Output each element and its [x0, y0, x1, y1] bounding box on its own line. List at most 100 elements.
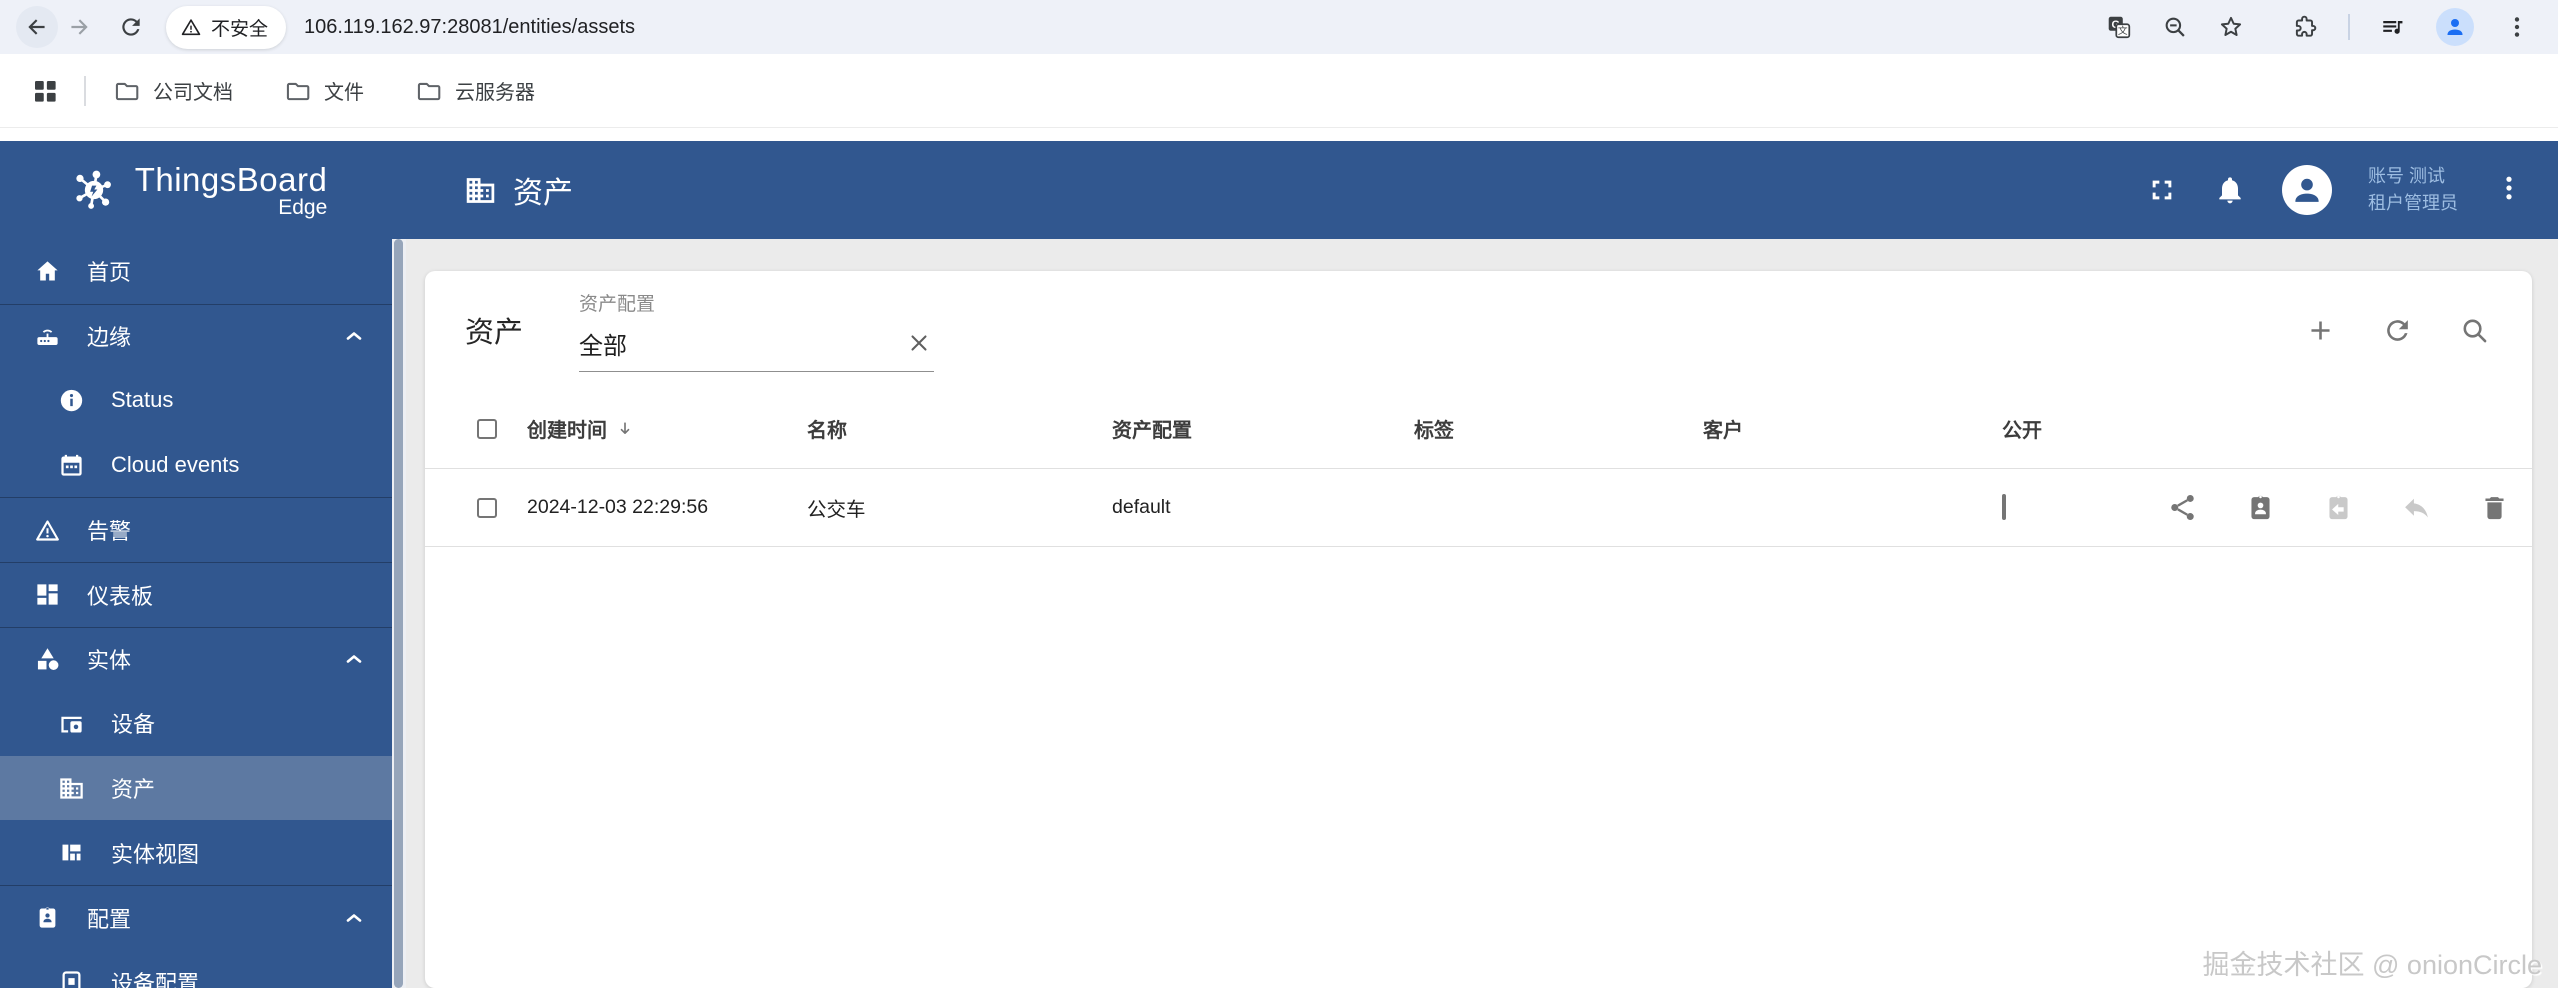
address-bar[interactable]: 不安全 106.119.162.97:28081/entities/assets: [166, 5, 2106, 49]
row-checkbox[interactable]: [477, 497, 497, 518]
bookmark-folder-cloud-servers[interactable]: 云服务器: [416, 76, 535, 105]
forward-icon: [71, 19, 88, 35]
notifications-bell-icon[interactable]: [2214, 174, 2246, 206]
bookmark-folder-company-docs[interactable]: 公司文档: [114, 76, 233, 105]
sidebar-item-devices[interactable]: 设备: [0, 691, 392, 756]
card-toolbar: 资产 资产配置 全部: [425, 271, 2532, 389]
sidebar-item-label: 设备配置: [111, 970, 200, 988]
page-title-wrap: 资产: [464, 168, 573, 212]
watermark: 掘金技术社区 @ onionCircle: [2202, 950, 2542, 980]
brand-name: ThingsBoard: [134, 160, 328, 198]
app-header: ThingsBoard Edge 资产 账号 测试 租户管理员: [0, 141, 2558, 239]
sidebar-item-edge[interactable]: 边缘: [0, 303, 392, 369]
thingsboard-logo-icon: [76, 170, 111, 209]
sidebar-item-label: 边缘: [87, 325, 132, 351]
assets-card: 资产 资产配置 全部 创建时间 名称 资产配置 标签 客户 公开 2024-12…: [425, 271, 2532, 988]
column-header-created-time[interactable]: 创建时间: [527, 414, 807, 443]
card-title: 资产: [465, 317, 524, 349]
media-controls-icon[interactable]: [2380, 14, 2406, 40]
search-button[interactable]: [2459, 315, 2490, 346]
sidebar-item-label: Cloud events: [111, 452, 240, 478]
clear-filter-button[interactable]: [906, 330, 932, 356]
url-text[interactable]: 106.119.162.97:28081/entities/assets: [304, 16, 635, 39]
sidebar-item-label: Status: [111, 387, 174, 413]
extensions-icon[interactable]: [2292, 14, 2318, 40]
account-info[interactable]: 账号 测试 租户管理员: [2368, 163, 2458, 217]
sort-desc-icon: [615, 419, 635, 439]
filter-label: 资产配置: [579, 293, 656, 315]
apps-grid-icon[interactable]: [30, 76, 60, 106]
badge-icon: [39, 907, 56, 928]
sidebar-item-cloud-events[interactable]: Cloud events: [0, 433, 392, 498]
column-header-asset-profile[interactable]: 资产配置: [1112, 414, 1414, 443]
browser-toolbar-right: G文: [2106, 8, 2542, 46]
back-icon: [28, 19, 45, 35]
table-empty-space: [425, 547, 2532, 988]
column-header-label[interactable]: 标签: [1414, 414, 1703, 443]
delete-button[interactable]: [2479, 492, 2510, 523]
header-menu-kebab-icon[interactable]: [2494, 173, 2524, 208]
router-icon: [37, 329, 58, 345]
sidebar-item-entity-views[interactable]: 实体视图: [0, 820, 392, 885]
assign-to-customer-button[interactable]: [2245, 492, 2276, 523]
public-checkbox[interactable]: [2002, 494, 2006, 520]
browser-back-button[interactable]: [16, 6, 58, 48]
security-chip[interactable]: 不安全: [166, 5, 287, 49]
sidebar-item-profiles[interactable]: 配置: [0, 884, 392, 950]
make-private-button: [2329, 495, 2348, 520]
filter-select[interactable]: 全部: [579, 320, 935, 372]
filter-value: 全部: [579, 332, 628, 360]
account-role: 租户管理员: [2368, 193, 2458, 213]
device-profile-icon: [62, 971, 81, 988]
column-header-customer[interactable]: 客户: [1703, 414, 2002, 443]
sidebar-item-status[interactable]: Status: [0, 368, 392, 433]
brand-logo[interactable]: ThingsBoard Edge: [0, 161, 392, 220]
add-asset-button[interactable]: [2305, 315, 2336, 346]
warning-icon: [36, 520, 59, 541]
sidebar: 首页 边缘 Status Cloud events 告警 仪表板 实体 设备 资…: [0, 239, 392, 988]
person-icon: [2295, 178, 2319, 202]
chevron-up-icon: [346, 913, 362, 922]
select-all-checkbox[interactable]: [477, 418, 497, 439]
chevron-up-icon: [346, 655, 362, 664]
browser-menu-kebab-icon[interactable]: [2504, 14, 2530, 40]
browser-forward-button[interactable]: [58, 6, 100, 48]
sidebar-item-device-profiles[interactable]: 设备配置: [0, 950, 392, 988]
bookmark-folder-files[interactable]: 文件: [285, 76, 364, 105]
sidebar-scrollbar-thumb[interactable]: [394, 239, 403, 988]
sidebar-item-assets[interactable]: 资产: [0, 755, 392, 821]
bookmark-label: 公司文档: [153, 82, 233, 104]
security-chip-label: 不安全: [211, 18, 269, 40]
refresh-button[interactable]: [2382, 315, 2413, 346]
person-icon: [2447, 19, 2463, 35]
building-icon: [466, 177, 495, 203]
column-header-name[interactable]: 名称: [807, 414, 1112, 443]
translate-icon[interactable]: G文: [2106, 14, 2132, 40]
browser-reload-button[interactable]: [110, 6, 152, 48]
sidebar-item-home[interactable]: 首页: [0, 239, 392, 304]
sidebar-item-label: 资产: [111, 777, 156, 803]
shapes-icon: [37, 648, 59, 670]
bookmark-star-icon[interactable]: [2218, 14, 2244, 40]
browser-profile-avatar[interactable]: [2436, 8, 2474, 46]
fullscreen-icon[interactable]: [2146, 174, 2178, 206]
zoom-out-icon[interactable]: [2162, 14, 2188, 40]
sidebar-item-alarms[interactable]: 告警: [0, 497, 392, 562]
content-area: 资产 资产配置 全部 创建时间 名称 资产配置 标签 客户 公开 2024-12…: [406, 239, 2558, 988]
table-row[interactable]: 2024-12-03 22:29:56 公交车 default: [425, 469, 2532, 547]
share-button[interactable]: [2167, 492, 2198, 523]
sidebar-item-entities[interactable]: 实体: [0, 626, 392, 692]
sidebar-item-dashboards[interactable]: 仪表板: [0, 561, 392, 627]
folder-icon: [286, 82, 310, 100]
column-header-public[interactable]: 公开: [2002, 414, 2167, 443]
calendar-icon: [61, 454, 82, 476]
bookmarks-bar: 公司文档 文件 云服务器: [0, 54, 2558, 128]
thingsboard-app: ThingsBoard Edge 资产 账号 测试 租户管理员 首页 边缘 St…: [0, 141, 2558, 988]
asset-profile-filter[interactable]: 资产配置 全部: [579, 289, 935, 372]
home-icon: [37, 261, 58, 281]
sidebar-item-label: 实体视图: [111, 841, 200, 867]
reload-icon: [122, 18, 140, 36]
sidebar-item-label: 告警: [87, 519, 132, 545]
user-avatar[interactable]: [2282, 165, 2332, 215]
table-header: 创建时间 名称 资产配置 标签 客户 公开: [425, 389, 2532, 469]
